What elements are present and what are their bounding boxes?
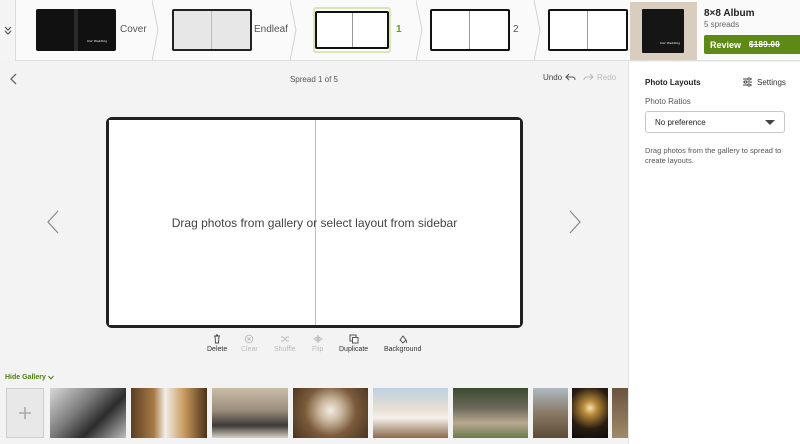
spread-counter: Spread 1 of 5: [289, 75, 339, 84]
strip-divider: [533, 0, 542, 62]
photo-gallery: Hide Gallery: [0, 368, 628, 444]
undo-label: Undo: [543, 73, 563, 82]
delete-label: Delete: [207, 346, 228, 353]
spread-toolbar: Delete Clear Shuffle Flip Duplicate Back…: [0, 334, 628, 358]
sidebar-title: Photo Layouts: [645, 78, 701, 87]
strip-divider: [151, 0, 160, 62]
spread-label-endleaf: Endleaf: [254, 24, 288, 35]
spread-thumb-endleaf[interactable]: Endleaf: [160, 0, 292, 61]
gallery-photo[interactable]: [612, 388, 628, 438]
background-button[interactable]: Background: [384, 334, 421, 353]
spread-label-cover: Cover: [120, 24, 147, 35]
gallery-photo[interactable]: [533, 388, 568, 438]
review-button[interactable]: Review $189.00: [704, 35, 800, 54]
gallery-photo[interactable]: [453, 388, 528, 438]
sliders-icon: [743, 77, 752, 87]
album-price: $189.00: [749, 40, 781, 49]
shuffle-icon: [280, 336, 289, 342]
spread-label-2: 2: [513, 24, 519, 35]
gallery-photo[interactable]: [50, 388, 126, 438]
double-chevron-down-icon: [4, 26, 11, 35]
flip-label: Flip: [312, 346, 324, 353]
caret-down-icon: [765, 119, 775, 125]
drop-instruction: Drag photos from gallery or select layou…: [171, 216, 458, 230]
layouts-sidebar: Photo Layouts Settings Photo Ratios No p…: [628, 62, 800, 444]
background-label: Background: [384, 346, 422, 353]
flip-button[interactable]: Flip: [312, 334, 323, 353]
hide-gallery-label: Hide Gallery: [5, 374, 46, 381]
spread-3-thumbnail: [548, 9, 628, 51]
spread-thumb-3[interactable]: [542, 0, 628, 61]
paint-bucket-icon: [399, 335, 407, 344]
gallery-photo[interactable]: [373, 388, 448, 438]
previous-spread-arrow-icon[interactable]: [46, 210, 60, 234]
redo-label: Redo: [597, 73, 617, 82]
spread-strip: Our Wedding Cover Endleaf 1 2: [0, 0, 628, 62]
spread-2-thumbnail: [430, 9, 510, 51]
photo-ratios-label: Photo Ratios: [645, 97, 691, 106]
clear-icon: [245, 334, 254, 344]
delete-button[interactable]: Delete: [207, 334, 227, 353]
album-spread-count: 5 spreads: [704, 20, 740, 29]
gallery-photo[interactable]: [572, 388, 608, 438]
redo-icon: [583, 73, 594, 81]
add-photos-button[interactable]: [6, 388, 44, 438]
spread-label-1: 1: [396, 24, 402, 35]
strip-divider: [415, 0, 424, 62]
duplicate-button[interactable]: Duplicate: [339, 334, 368, 353]
album-cover-preview: Our Wedding: [630, 2, 697, 60]
spread-thumb-1[interactable]: 1: [298, 0, 416, 61]
strip-divider: [289, 0, 298, 62]
settings-label: Settings: [757, 77, 786, 87]
review-label: Review: [710, 39, 742, 50]
collapse-strip-button[interactable]: [0, 0, 16, 61]
photo-ratio-value: No preference: [655, 117, 706, 127]
spread-pages[interactable]: Drag photos from gallery or select layou…: [109, 120, 520, 325]
cover-thumbnail: Our Wedding: [36, 9, 116, 51]
undo-icon: [565, 73, 576, 81]
trash-icon: [214, 334, 221, 344]
plus-icon: [19, 407, 31, 419]
spread-canvas[interactable]: Drag photos from gallery or select layou…: [106, 117, 523, 328]
spread-thumb-cover[interactable]: Our Wedding Cover: [16, 0, 154, 61]
spread-thumb-2[interactable]: 2: [424, 0, 534, 61]
shuffle-button[interactable]: Shuffle: [274, 334, 296, 353]
clear-label: Clear: [241, 346, 258, 353]
album-summary: Our Wedding 8×8 Album 5 spreads Review $…: [628, 0, 800, 61]
clear-button[interactable]: Clear: [241, 334, 258, 353]
album-title: 8×8 Album: [704, 8, 755, 19]
gallery-photo[interactable]: [212, 388, 288, 438]
shuffle-label: Shuffle: [274, 346, 296, 353]
settings-button[interactable]: Settings: [742, 77, 786, 87]
redo-button[interactable]: Redo: [583, 73, 616, 82]
photo-ratio-select[interactable]: No preference: [645, 111, 785, 133]
next-spread-arrow-icon[interactable]: [568, 210, 582, 234]
flip-icon: [312, 335, 323, 343]
hide-gallery-toggle[interactable]: Hide Gallery: [5, 374, 54, 381]
gallery-photo[interactable]: [293, 388, 368, 438]
spread-editor: Spread 1 of 5 Undo Redo Drag photos from…: [0, 62, 628, 368]
spread-1-thumbnail: [315, 11, 389, 49]
undo-button[interactable]: Undo: [543, 73, 576, 82]
gallery-photo[interactable]: [131, 388, 207, 438]
endleaf-thumbnail: [172, 9, 252, 51]
chevron-down-icon: [47, 375, 54, 380]
duplicate-icon: [349, 334, 359, 344]
sidebar-help-text: Drag photos from the gallery to spread t…: [645, 146, 782, 165]
duplicate-label: Duplicate: [339, 346, 369, 353]
